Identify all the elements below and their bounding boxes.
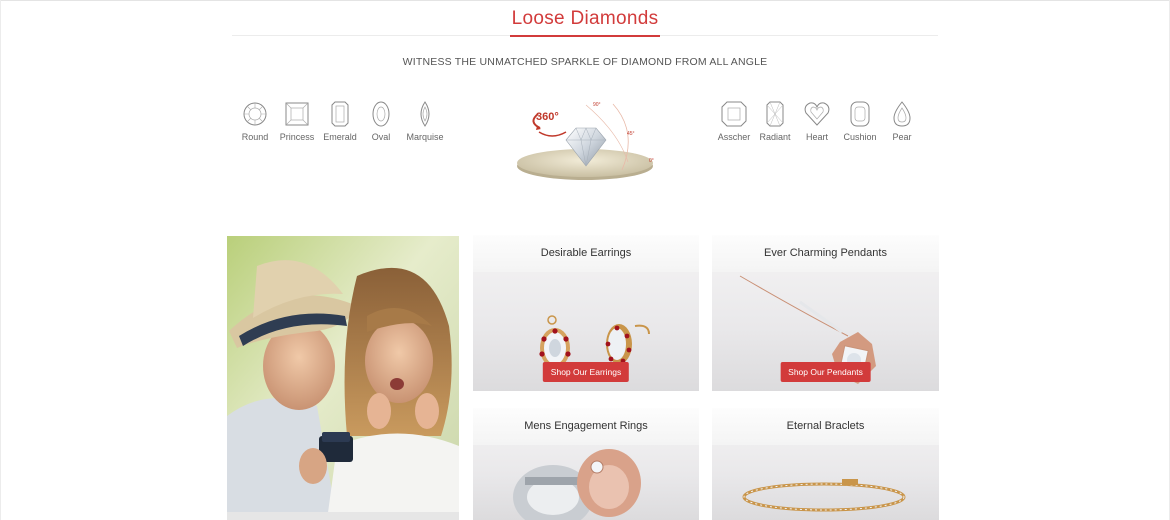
shop-pendants-button[interactable]: Shop Our Pendants xyxy=(780,362,871,382)
shape-pear[interactable]: Pear xyxy=(882,100,922,150)
shape-marquise[interactable]: Marquise xyxy=(402,100,448,150)
shape-label: Cushion xyxy=(843,132,877,142)
pear-diamond-icon xyxy=(893,101,911,127)
diamond-360-illustration: 360° 90° 45° 0° xyxy=(517,102,654,180)
earrings-card[interactable]: Desirable Earrings Shop Our Earrings xyxy=(473,235,699,391)
couple-photo-illustration xyxy=(227,236,459,520)
angle-label-0: 0° xyxy=(649,158,654,164)
emerald-diamond-icon xyxy=(331,101,349,127)
bracelets-card-title: Eternal Braclets xyxy=(712,408,939,445)
diamond-360-viewer[interactable]: 360° 90° 45° 0° xyxy=(510,92,660,192)
page-subtitle: WITNESS THE UNMATCHED SPARKLE OF DIAMOND… xyxy=(402,56,768,68)
asscher-diamond-icon xyxy=(721,101,747,127)
pendants-card-title: Ever Charming Pendants xyxy=(712,235,939,272)
oval-diamond-icon xyxy=(372,101,390,127)
angle-label-45: 45° xyxy=(627,131,635,137)
shape-round[interactable]: Round xyxy=(236,100,274,150)
mens-rings-card-title: Mens Engagement Rings xyxy=(473,408,699,445)
shape-oval[interactable]: Oval xyxy=(360,100,402,150)
radiant-diamond-icon xyxy=(766,101,784,127)
left-border xyxy=(0,0,1,520)
shape-label: Oval xyxy=(371,132,391,142)
pendants-card[interactable]: Ever Charming Pendants Shop Our Pendants xyxy=(712,235,939,391)
shape-asscher[interactable]: Asscher xyxy=(714,100,754,150)
shape-label: Radiant xyxy=(759,132,791,142)
shape-princess[interactable]: Princess xyxy=(274,100,320,150)
princess-diamond-icon xyxy=(285,102,309,126)
shape-list-left: Round Princess Emerald Oval Marquise xyxy=(236,100,448,150)
shape-label: Heart xyxy=(805,132,828,142)
shape-emerald[interactable]: Emerald xyxy=(320,100,360,150)
page-title: Loose Diamonds xyxy=(509,6,661,37)
shape-label: Round xyxy=(241,132,269,142)
couple-proposal-photo[interactable] xyxy=(227,236,459,520)
top-border xyxy=(0,0,1170,1)
shape-label: Marquise xyxy=(406,132,444,142)
angle-label-90: 90° xyxy=(593,102,601,108)
shape-cushion[interactable]: Cushion xyxy=(838,100,882,150)
mens-rings-card[interactable]: Mens Engagement Rings xyxy=(473,408,699,520)
shape-label: Pear xyxy=(892,132,912,142)
shape-label: Asscher xyxy=(717,132,751,142)
marquise-diamond-icon xyxy=(420,101,430,127)
earrings-card-title: Desirable Earrings xyxy=(473,235,699,272)
mens-rings-image xyxy=(513,449,641,520)
round-diamond-icon xyxy=(243,102,267,126)
shape-label: Princess xyxy=(279,132,315,142)
shop-earrings-button[interactable]: Shop Our Earrings xyxy=(542,362,630,382)
shape-heart[interactable]: Heart xyxy=(796,100,838,150)
shape-radiant[interactable]: Radiant xyxy=(754,100,796,150)
bracelet-image xyxy=(742,479,906,512)
shape-list-right: Asscher Radiant Heart Cushion Pear xyxy=(714,100,922,150)
section-header: Loose Diamonds xyxy=(232,6,938,37)
bracelets-card[interactable]: Eternal Braclets xyxy=(712,408,939,520)
cushion-diamond-icon xyxy=(850,101,870,127)
badge-360-text: 360° xyxy=(536,111,559,123)
heart-diamond-icon xyxy=(804,102,830,126)
shape-label: Emerald xyxy=(323,132,357,142)
